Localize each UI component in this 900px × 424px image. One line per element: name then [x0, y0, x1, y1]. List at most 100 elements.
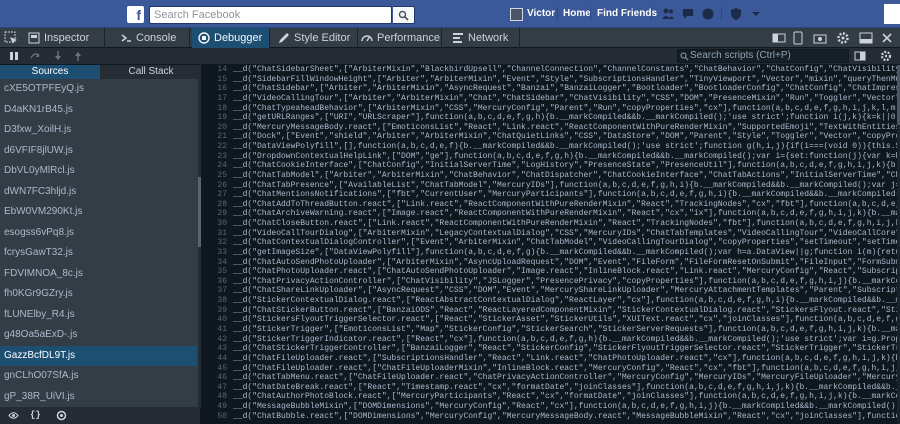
tab-debugger[interactable]: Debugger — [192, 28, 270, 48]
code-line[interactable]: __d("ChatPrivacyActionController",["Chat… — [233, 277, 897, 286]
source-file-item[interactable]: GazzBcfDL9T.js — [0, 345, 197, 366]
code-line[interactable]: __d("ChatAuthorPhotoBlock.react",["Mercu… — [233, 392, 897, 401]
code-line[interactable]: __d("StickerContextualDialog.react",["Re… — [233, 296, 897, 305]
avatar[interactable] — [510, 8, 523, 21]
search-scripts-input[interactable]: Search scripts (Ctrl+P) — [677, 49, 849, 63]
line-number[interactable]: 49 — [201, 402, 229, 411]
line-number-gutter[interactable]: 14 15 16 17 18 19 20 21 22 23 24 25 26 27 28 29 30 31 32 33… — [201, 65, 229, 424]
pretty-print-icon[interactable]: {} — [30, 410, 41, 421]
source-file-item[interactable]: DbVL0yMlRcl.js — [0, 161, 197, 182]
source-editor[interactable]: 14 15 16 17 18 19 20 21 22 23 24 25 26 27 28 29 30 31 32 33… — [201, 65, 900, 424]
code-line[interactable]: __d("VideoCallTourDialog",["ArbiterMixin… — [233, 229, 897, 238]
facebook-logo[interactable]: f — [127, 6, 144, 23]
step-over-icon[interactable] — [29, 50, 41, 62]
line-number[interactable]: 24 — [201, 161, 229, 170]
line-number[interactable]: 48 — [201, 392, 229, 401]
code-line[interactable]: __d("ChatMentionsNotifications",["fbt","… — [233, 190, 897, 199]
line-number[interactable]: 45 — [201, 364, 229, 373]
line-number[interactable]: 32 — [201, 238, 229, 247]
line-number[interactable]: 38 — [201, 296, 229, 305]
line-number[interactable]: 20 — [201, 123, 229, 132]
code-line[interactable]: __d("ChatTabModel",["Arbiter","ArbiterMi… — [233, 171, 897, 180]
code-line[interactable]: __d("ChatDateBreak.react",["React","Time… — [233, 383, 897, 392]
code-line[interactable]: __d("ChatStickerButton.react",["BanzaiOD… — [233, 306, 897, 315]
line-number[interactable]: 44 — [201, 354, 229, 363]
line-number[interactable]: 41 — [201, 325, 229, 334]
code-line[interactable]: __d("ChatAutoSendPhotoUploader",["Arbite… — [233, 258, 897, 267]
code-line[interactable]: __d("VideoCallingTour",["Arbiter","Arbit… — [233, 94, 897, 103]
code-line[interactable]: __d("Dock",["Event","shield","Arbiter","… — [233, 132, 897, 141]
tab-call-stack[interactable]: Call Stack — [101, 65, 201, 79]
line-number[interactable]: 19 — [201, 113, 229, 122]
code-line[interactable]: __d("DataViewPolyfill",[],function(a,b,c… — [233, 142, 897, 151]
code-line[interactable]: __d("StickersFlyoutTriggerSelector.react… — [233, 315, 897, 324]
profile-link[interactable]: Victor — [527, 8, 555, 19]
code-line[interactable]: __d("MessageBubbleMixin",["DOMDimensions… — [233, 402, 897, 411]
line-number[interactable]: 23 — [201, 152, 229, 161]
line-number[interactable]: 27 — [201, 190, 229, 199]
line-number[interactable]: 33 — [201, 248, 229, 257]
line-number[interactable]: 46 — [201, 373, 229, 382]
step-in-icon[interactable] — [52, 50, 64, 62]
line-number[interactable]: 50 — [201, 412, 229, 421]
code-line[interactable]: __d("ChatFileUploader.react",["ChatFileU… — [233, 364, 897, 373]
code-line[interactable]: __d("ChatArchiveWarning.react",["Image.r… — [233, 209, 897, 218]
source-file-item[interactable]: dWN7FC3hljd.js — [0, 182, 197, 203]
code-line[interactable]: __d("ChatContextualDialogController",["E… — [233, 238, 897, 247]
messages-icon[interactable] — [681, 7, 695, 21]
code-line[interactable]: __d("ChatTypeaheadBehavior",["ArbiterMix… — [233, 104, 897, 113]
source-file-item[interactable]: gP_38R_UiVI.js — [0, 387, 197, 408]
source-file-item[interactable]: cXE5OTPFEyQ.js — [0, 79, 197, 100]
line-number[interactable]: 40 — [201, 315, 229, 324]
line-number[interactable]: 14 — [201, 65, 229, 74]
code-line[interactable]: __d("StickerTriggerIndicator.react",["Re… — [233, 335, 897, 344]
line-number[interactable]: 15 — [201, 75, 229, 84]
code-line[interactable]: __d("getImageSize",["DataViewPolyfill"],… — [233, 248, 897, 257]
source-file-item[interactable]: fLUNElby_R4.js — [0, 305, 197, 326]
pause-icon[interactable] — [8, 50, 20, 62]
step-out-icon[interactable] — [72, 50, 84, 62]
line-number[interactable]: 26 — [201, 181, 229, 190]
line-number[interactable]: 28 — [201, 200, 229, 209]
source-file-item[interactable]: d6VFIF8jlUW.js — [0, 141, 197, 162]
responsive-mode-icon[interactable] — [791, 31, 805, 45]
line-number[interactable]: 37 — [201, 286, 229, 295]
source-file-item[interactable]: fcrysGawT32.js — [0, 243, 197, 264]
source-file-item[interactable]: esogss6vPq8.js — [0, 223, 197, 244]
privacy-shortcuts-icon[interactable] — [729, 7, 743, 21]
source-file-item[interactable]: D4aKN1rB45.js — [0, 100, 197, 121]
code-lines[interactable]: __d("ChatSidebarSheet",["ArbiterMixin","… — [233, 65, 897, 424]
code-line[interactable]: __d("ChatPhotoUploader.react",["ChatAuto… — [233, 267, 897, 276]
screenshot-icon[interactable] — [813, 31, 827, 45]
line-number[interactable]: 34 — [201, 258, 229, 267]
line-number[interactable]: 36 — [201, 277, 229, 286]
tab-console[interactable]: Console — [114, 28, 190, 48]
pick-element-icon[interactable] — [4, 31, 18, 45]
close-icon[interactable] — [880, 31, 894, 45]
source-file-item[interactable]: fh0KGr9GZry.js — [0, 284, 197, 305]
line-number[interactable]: 29 — [201, 209, 229, 218]
find-friends-link[interactable]: Find Friends — [597, 8, 657, 19]
line-number[interactable]: 25 — [201, 171, 229, 180]
code-line[interactable]: __d("MercuryMessageBody.react",["Emotico… — [233, 123, 897, 132]
account-menu-icon[interactable] — [749, 7, 763, 21]
line-number[interactable]: 21 — [201, 132, 229, 141]
code-line[interactable]: __d("ChatBubble.react",["DOMDimensions",… — [233, 412, 897, 421]
tab-network[interactable]: Network — [446, 28, 520, 48]
line-number[interactable]: 17 — [201, 94, 229, 103]
code-line[interactable]: __d("StickerTrigger",["EmoticonsList","M… — [233, 325, 897, 334]
source-file-item[interactable]: g48Oa5aExD-.js — [0, 325, 197, 346]
code-line[interactable]: __d("ChatShareLinkUploader",["AsyncReque… — [233, 286, 897, 295]
code-line[interactable]: __d("ChatSidebar",["Arbiter","ArbiterMix… — [233, 84, 897, 93]
notifications-icon[interactable] — [701, 7, 715, 21]
toggle-breakpoints-icon[interactable] — [56, 410, 67, 421]
source-file-item[interactable]: D3fxw_XoilH.js — [0, 120, 197, 141]
line-number[interactable]: 22 — [201, 142, 229, 151]
code-line[interactable]: __d("getURLRanges",["URI","URLScraper"],… — [233, 113, 897, 122]
code-line[interactable]: __d("ChatTabMenu.react",["ChatFileUpload… — [233, 373, 897, 382]
gear-icon[interactable] — [836, 31, 850, 45]
tab-inspector[interactable]: Inspector — [22, 28, 105, 48]
code-line[interactable]: __d("ChatFileUploader.react",["Subscript… — [233, 354, 897, 363]
line-number[interactable]: 35 — [201, 267, 229, 276]
tab-performance[interactable]: Performance — [355, 28, 442, 48]
